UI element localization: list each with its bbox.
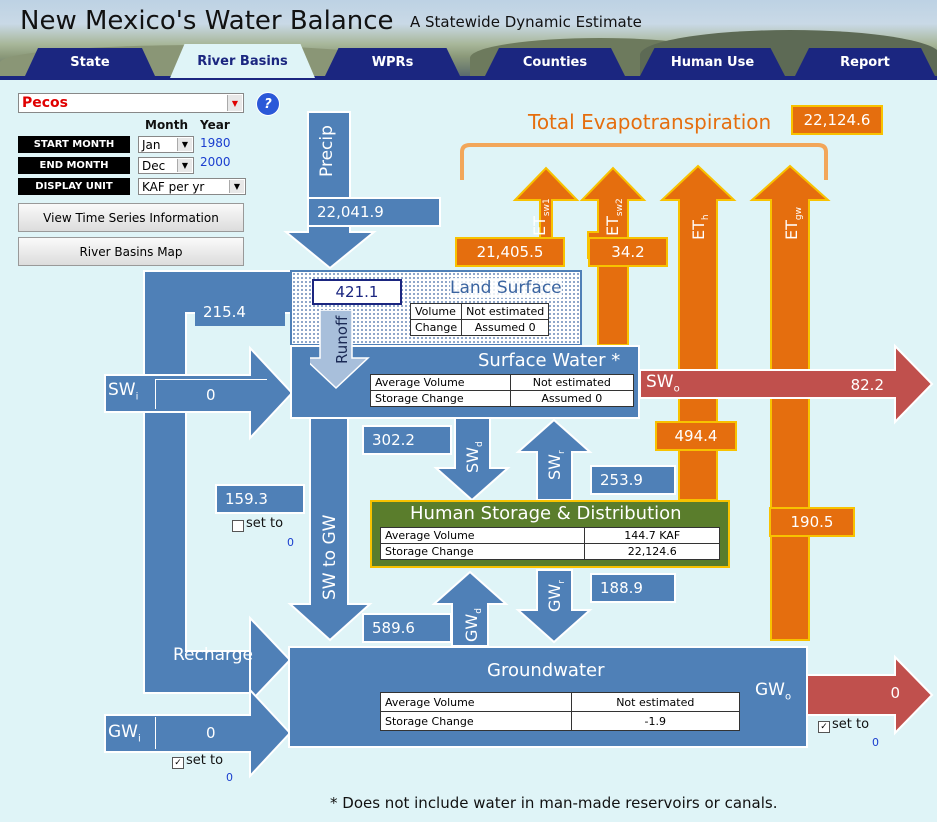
sw-to-gw-checkbox[interactable] xyxy=(232,520,244,532)
et-sw1-value[interactable]: 21,405.5 xyxy=(455,237,565,267)
precip-label: Precip xyxy=(317,125,337,177)
et-h-text: ET xyxy=(689,220,708,240)
cell: Change xyxy=(409,319,463,336)
cell: Assumed 0 xyxy=(461,319,550,336)
gwi-checkbox[interactable]: ✓ xyxy=(172,757,184,769)
sw-to-gw-label: SW to GW xyxy=(320,514,340,600)
gwd-text: GW xyxy=(462,613,481,642)
et-sw2-value[interactable]: 34.2 xyxy=(588,237,668,267)
swr-sub: r xyxy=(557,450,568,455)
swo-sub: o xyxy=(673,383,680,395)
gwo-checkbox[interactable]: ✓ xyxy=(818,721,830,733)
gwi-set-value[interactable]: 0 xyxy=(226,771,233,784)
gwr-sub: r xyxy=(557,580,568,584)
sw-to-gw-set-value[interactable]: 0 xyxy=(287,536,294,549)
swd-value[interactable]: 302.2 xyxy=(362,425,452,455)
gwr-label: GWr xyxy=(545,580,567,612)
cell: Average Volume xyxy=(370,374,511,391)
gwi-text: GW xyxy=(108,722,138,742)
et-h-label: ETh xyxy=(689,214,711,240)
land-surface-table: Volume Not estimated Change Assumed 0 xyxy=(409,303,550,336)
gwr-text: GW xyxy=(545,583,564,612)
et-sw1-text: ET xyxy=(530,216,549,236)
et-sw2-sub: sw2 xyxy=(615,198,626,217)
sw-to-gw-set-label: set to xyxy=(246,516,284,531)
cell: Average Volume xyxy=(380,692,572,712)
human-storage-table: Average Volume 144.7 KAF Storage Change 22… xyxy=(379,527,720,560)
et-sw1-label: ETsw1 xyxy=(530,198,552,236)
cell: Not estimated xyxy=(570,692,741,712)
swr-label: SWr xyxy=(545,450,567,480)
gwi-sub: i xyxy=(137,733,141,745)
swi-value[interactable]: 0 xyxy=(155,379,267,409)
et-sw2-label: ETsw2 xyxy=(603,198,625,236)
cell: 144.7 KAF xyxy=(584,527,720,544)
gwo-label: GWo xyxy=(755,680,791,702)
swi-label: SWi xyxy=(108,380,138,402)
gwo-text: GW xyxy=(755,680,785,700)
cell: Storage Change xyxy=(370,390,511,407)
gwi-value[interactable]: 0 xyxy=(155,717,267,749)
gwi-set-label: set to xyxy=(186,753,224,768)
groundwater-table: Average Volume Not estimated Storage Chan… xyxy=(380,692,741,731)
et-h-sub: h xyxy=(701,214,712,221)
et-total-value[interactable]: 22,124.6 xyxy=(791,105,883,135)
sw-to-gw-value[interactable]: 159.3 xyxy=(215,484,305,514)
surface-water-table: Average Volume Not estimated Storage Chan… xyxy=(370,374,635,407)
cell: Storage Change xyxy=(379,543,586,560)
cell: Storage Change xyxy=(380,711,572,731)
cell: Not estimated xyxy=(461,303,550,320)
gwd-value[interactable]: 589.6 xyxy=(362,613,452,643)
footnote: * Does not include water in man-made res… xyxy=(330,794,778,812)
swo-label: SWo xyxy=(646,372,680,394)
swo-value[interactable]: 82.2 xyxy=(796,370,896,398)
swr-value[interactable]: 253.9 xyxy=(590,465,676,495)
land-surface-title: Land Surface xyxy=(450,278,562,298)
cell: Assumed 0 xyxy=(509,390,635,407)
swd-sub: d xyxy=(475,441,486,448)
cell: Volume xyxy=(409,303,463,320)
cell: Not estimated xyxy=(509,374,635,391)
gwo-set-label: set to xyxy=(832,717,870,732)
et-gw-sub: gw xyxy=(794,207,805,221)
recharge-arrowhead xyxy=(249,615,292,705)
runoff-label: Runoff xyxy=(333,315,351,364)
et-gw-text: ET xyxy=(782,220,801,240)
swd-text: SW xyxy=(463,447,482,473)
gwr-value[interactable]: 188.9 xyxy=(590,573,676,603)
cell: Average Volume xyxy=(379,527,586,544)
human-storage-title: Human Storage & Distribution xyxy=(410,503,682,524)
groundwater-title: Groundwater xyxy=(487,660,605,681)
et-h-value[interactable]: 494.4 xyxy=(655,421,737,451)
runoff-value[interactable]: 421.1 xyxy=(312,279,402,305)
et-sw2-text: ET xyxy=(603,216,622,236)
gwo-value[interactable]: 0 xyxy=(860,684,900,702)
gwo-set-value[interactable]: 0 xyxy=(872,736,879,749)
gwd-sub: d xyxy=(474,608,485,614)
gwd-label: GWd xyxy=(462,608,484,642)
cell: -1.9 xyxy=(570,711,741,731)
swo-text: SW xyxy=(646,372,674,392)
et-sw1-sub: sw1 xyxy=(542,198,553,217)
cell: 22,124.6 xyxy=(584,543,720,560)
swi-text: SW xyxy=(108,380,136,400)
recharge-channel xyxy=(145,272,290,692)
swi-sub: i xyxy=(135,391,139,403)
precip-value[interactable]: 22,041.9 xyxy=(307,197,441,227)
swr-text: SW xyxy=(545,454,564,480)
et-gw-label: ETgw xyxy=(782,207,804,240)
recharge-label: Recharge xyxy=(173,645,253,665)
surface-water-title: Surface Water * xyxy=(478,350,621,371)
gwo-sub: o xyxy=(784,691,792,703)
gwi-label: GWi xyxy=(108,722,141,744)
et-title: Total Evapotranspiration xyxy=(528,110,772,134)
et-bracket xyxy=(460,143,828,180)
swd-label: SWd xyxy=(463,441,485,473)
et-gw-value[interactable]: 190.5 xyxy=(769,507,855,537)
swi-upper-value[interactable]: 215.4 xyxy=(195,298,285,326)
